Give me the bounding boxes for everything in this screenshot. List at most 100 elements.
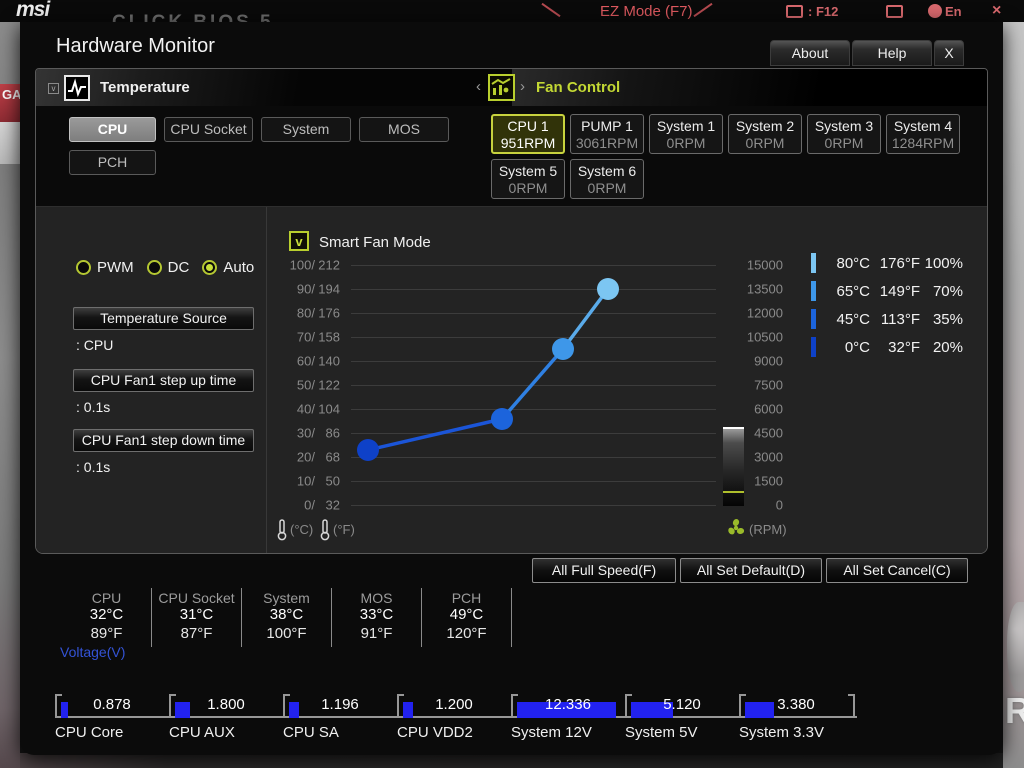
legend-fahrenheit: 32°F — [888, 338, 920, 356]
fan-rpm: 1284RPM — [891, 135, 955, 151]
tick-fahrenheit: 68 — [325, 449, 340, 465]
temp-tick: 20/68 — [286, 450, 340, 465]
tick-celsius: 0 — [304, 497, 312, 513]
field-button-cpu-fan1-step-down-time[interactable]: CPU Fan1 step down time — [73, 429, 254, 452]
readout-label: System — [263, 590, 310, 606]
tick-fahrenheit: 140 — [318, 353, 340, 369]
temp-tick: 70/158 — [286, 330, 340, 345]
radio-label: PWM — [97, 259, 134, 276]
fan-curve — [357, 278, 619, 461]
fan-button-system-6[interactable]: System 6 0RPM — [570, 159, 644, 199]
voltage-gauge-cpu-sa: 1.196 — [283, 694, 397, 718]
fan-button-cpu-1[interactable]: CPU 1 951RPM — [491, 114, 565, 154]
fan-button-system-3[interactable]: System 3 0RPM — [807, 114, 881, 154]
fan-rpm: 0RPM — [587, 180, 627, 196]
tick-celsius: 20 — [296, 449, 312, 465]
temp-tab-system[interactable]: System — [261, 117, 351, 142]
fan-name: System 1 — [656, 118, 716, 134]
monitor-icon[interactable] — [886, 5, 903, 18]
fan-button-pump-1[interactable]: PUMP 1 3061RPM — [570, 114, 644, 154]
legend-celsius: 0°C — [844, 338, 870, 356]
gauge-end-bracket — [848, 694, 855, 718]
readout-mos: MOS 33°C 91°F — [332, 588, 422, 647]
action-all-set-default-d-[interactable]: All Set Default(D) — [680, 558, 822, 583]
bios-close-icon[interactable]: × — [992, 2, 1001, 20]
voltage-value: 0.878 — [93, 696, 131, 713]
fan-button-system-5[interactable]: System 5 0RPM — [491, 159, 565, 199]
voltage-gauge-cpu-core: 0.878 — [55, 694, 169, 718]
dialog-close-button[interactable]: X — [934, 40, 964, 66]
temperature-icon — [64, 75, 90, 101]
language-icon[interactable] — [928, 4, 942, 18]
fan-buttons: CPU 1 951RPM PUMP 1 3061RPM System 1 0RPM Syst… — [491, 114, 976, 199]
fan-next-icon[interactable]: › — [520, 78, 525, 95]
fan-curve-plot — [351, 265, 716, 506]
readout-label: MOS — [360, 590, 393, 606]
gridline — [351, 505, 716, 506]
fan-mode-dc[interactable]: DC — [146, 259, 190, 276]
tick-celsius: 60 — [296, 353, 312, 369]
temp-tick: 10/50 — [286, 474, 340, 489]
background-left-strip: GA — [0, 22, 20, 768]
temperature-tabs: CPU CPU Socket System MOS PCH — [69, 117, 457, 175]
collapse-checkbox[interactable]: v — [48, 83, 59, 94]
tick-celsius: 90 — [296, 281, 312, 297]
background-right-strip: R — [1003, 22, 1024, 768]
tick-fahrenheit: 158 — [318, 329, 340, 345]
tick-fahrenheit: 122 — [318, 377, 340, 393]
action-all-full-speed-f-[interactable]: All Full Speed(F) — [532, 558, 676, 583]
fan-prev-icon[interactable]: ‹ — [476, 78, 481, 95]
fan-curve-point-20[interactable] — [357, 439, 379, 461]
fan-button-system-1[interactable]: System 1 0RPM — [649, 114, 723, 154]
tick-celsius: 10 — [296, 473, 312, 489]
action-all-set-cancel-c-[interactable]: All Set Cancel(C) — [826, 558, 968, 583]
temp-tab-pch[interactable]: PCH — [69, 150, 156, 175]
field-value: : 0.1s — [76, 459, 111, 475]
fan-curve-point-100[interactable] — [597, 278, 619, 300]
field-button-cpu-fan1-step-up-time[interactable]: CPU Fan1 step up time — [73, 369, 254, 392]
hardware-monitor-dialog: Hardware Monitor About Help X v Temperat… — [20, 22, 1003, 755]
tick-celsius: 50 — [296, 377, 312, 393]
legend-row: 45°C 113°F 35% — [811, 305, 963, 333]
voltage-gauges: 0.878 1.800 1.196 1.200 12.336 5.120 3.380 — [55, 694, 857, 718]
smart-fan-label: Smart Fan Mode — [319, 234, 431, 251]
readout-cpu-socket: CPU Socket 31°C 87°F — [152, 588, 242, 647]
background-r-letter: R — [1005, 690, 1024, 731]
radio-circle — [202, 260, 218, 275]
rpm-tick: 4500 — [754, 425, 783, 441]
help-button[interactable]: Help — [852, 40, 932, 66]
temp-tab-cpu[interactable]: CPU — [69, 117, 156, 142]
tick-celsius: 70 — [296, 329, 312, 345]
radio-label: DC — [167, 259, 190, 276]
readout-label: CPU — [91, 590, 122, 606]
fan-curve-point-70[interactable] — [552, 338, 574, 360]
fan-button-system-4[interactable]: System 4 1284RPM — [886, 114, 960, 154]
fan-rpm: 3061RPM — [575, 135, 639, 151]
readout-celsius: 32°C — [89, 606, 124, 623]
field-value: : CPU — [76, 337, 114, 353]
temp-tick: 50/122 — [286, 378, 340, 393]
smart-fan-checkbox[interactable]: v — [289, 231, 309, 251]
about-button[interactable]: About — [770, 40, 850, 66]
voltage-labels: CPU Core CPU AUX CPU SA CPU VDD2 System 12V S… — [55, 724, 857, 741]
fan-level-slider[interactable] — [723, 427, 744, 506]
ez-mode-button[interactable]: EZ Mode (F7) — [600, 3, 693, 20]
gaming-banner: GA — [0, 84, 20, 122]
readout-label: PCH — [451, 590, 482, 606]
legend-celsius: 65°C — [836, 282, 870, 300]
dragon-claw-graphic — [1007, 602, 1024, 692]
temp-tab-cpu-socket[interactable]: CPU Socket — [164, 117, 253, 142]
fan-curve-point-35[interactable] — [491, 408, 513, 430]
voltage-value: 1.196 — [321, 696, 359, 713]
fan-button-system-2[interactable]: System 2 0RPM — [728, 114, 802, 154]
fan-mode-pwm[interactable]: PWM — [76, 259, 134, 276]
legend-row: 80°C 176°F 100% — [811, 249, 963, 277]
field-button-temperature-source[interactable]: Temperature Source — [73, 307, 254, 330]
background-box — [0, 122, 20, 164]
fan-name: System 5 — [498, 163, 558, 179]
screenshot-icon[interactable] — [786, 5, 803, 18]
rpm-tick: 0 — [775, 497, 783, 513]
temp-tab-mos[interactable]: MOS — [359, 117, 449, 142]
fan-mode-auto[interactable]: Auto — [202, 259, 254, 276]
click-bios-text: CLICK BIOS 5 — [112, 12, 274, 22]
